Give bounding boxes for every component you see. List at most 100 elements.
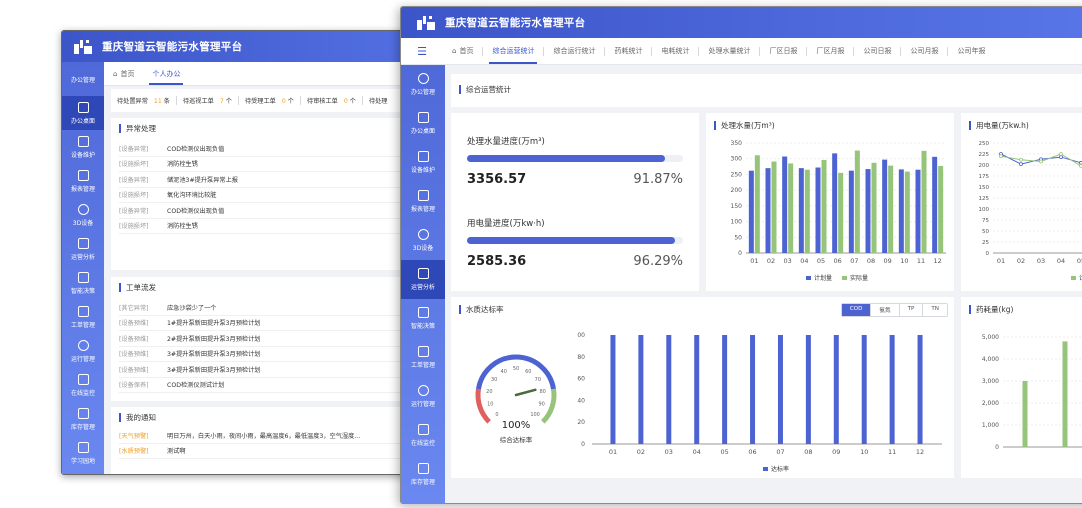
sidebar-item-icon — [77, 271, 89, 283]
sidebar-item[interactable]: 库存管理 — [62, 402, 104, 436]
tab-item[interactable]: 公司月报 — [901, 38, 947, 64]
sidebar-item-label: 库存管理 — [70, 423, 95, 431]
sidebar-item[interactable]: 智能决策 — [62, 266, 104, 300]
sidebar-item[interactable]: 设备维护 — [401, 143, 445, 182]
y-tick-label: 50 — [982, 229, 989, 235]
summary-item[interactable]: 待处理 — [369, 96, 388, 105]
front-header: 重庆智道云智能污水管理平台 — [401, 7, 1082, 38]
quality-tab-tn[interactable]: TN — [922, 304, 947, 316]
bar — [838, 172, 844, 253]
summary-item[interactable]: 待审核工单 0 个 — [307, 96, 356, 105]
sidebar-item[interactable]: 报表管理 — [401, 182, 445, 221]
bar — [1022, 381, 1028, 447]
sidebar-item[interactable]: 运行管理 — [401, 377, 445, 416]
bar — [848, 170, 854, 253]
sidebar-item[interactable]: 运营分析 — [62, 232, 104, 266]
summary-item[interactable]: 待受理工单 0 个 — [245, 96, 294, 105]
power-progress-bar — [467, 237, 683, 244]
y-tick-label: 150 — [731, 203, 743, 210]
bar — [938, 165, 944, 253]
sidebar-item[interactable]: 工单管理 — [401, 338, 445, 377]
app-logo-icon — [74, 39, 92, 54]
sidebar-item-icon — [77, 407, 89, 419]
quality-tab-tp[interactable]: TP — [898, 304, 923, 316]
sidebar-item-icon — [77, 101, 89, 113]
front-tabbar: ☰ ⌂ 首页 综合运营统计 综合运行统计 药耗统计 电耗统计 处理水量统计 厂区日报 厂区月报 公… — [401, 38, 1082, 65]
sidebar-item-icon — [417, 190, 429, 201]
sidebar-item-icon — [77, 203, 89, 215]
bar — [921, 150, 927, 253]
quality-tab-ammonia[interactable]: 氨氮 — [870, 304, 898, 316]
tab-item[interactable]: 厂区日报 — [760, 38, 806, 64]
x-tick-label: 07 — [850, 257, 858, 265]
sidebar-item[interactable]: 办公管理 — [62, 62, 104, 96]
sidebar-item-label: 3D设备 — [72, 219, 94, 227]
sidebar-item-icon — [77, 305, 89, 317]
section-title: 综合运营统计 — [459, 85, 1082, 94]
bar — [782, 156, 788, 253]
sidebar-item[interactable]: 办公管理 — [401, 65, 445, 104]
water-progress-percent: 91.87% — [633, 172, 683, 187]
progress-panel: 处理水量进度(万m³) 3356.57 91.87% 用电量进度(万kw·h) … — [451, 113, 699, 291]
water-progress-value: 3356.57 — [467, 172, 527, 187]
y-tick-label: 80 — [577, 354, 585, 361]
tab-item[interactable]: 药耗统计 — [605, 38, 651, 64]
tab-label: 公司日报 — [863, 47, 892, 55]
sidebar-item[interactable]: 运营分析 — [401, 260, 445, 299]
sidebar-item[interactable]: 库存管理 — [401, 455, 445, 494]
sidebar-item[interactable]: 3D设备 — [401, 221, 445, 260]
tab-item[interactable]: 公司年报 — [948, 38, 994, 64]
row-tag: [设施损坏] — [119, 223, 149, 231]
legend-swatch — [842, 276, 847, 280]
bar — [888, 165, 894, 253]
sidebar-item[interactable]: 3D设备 — [62, 198, 104, 232]
sidebar-item-label: 智能决策 — [70, 287, 95, 295]
tab-label: 药耗统计 — [614, 47, 643, 55]
quality-tab-cod[interactable]: COD — [841, 304, 871, 316]
bar — [932, 156, 938, 253]
y-tick-label: 2,000 — [982, 400, 999, 407]
tab-item[interactable]: 综合运行统计 — [544, 38, 604, 64]
sidebar-item[interactable]: 学习园地 — [62, 436, 104, 470]
x-tick-label: 08 — [804, 448, 812, 456]
tab-home[interactable]: ⌂ 首页 — [104, 62, 143, 85]
chemical-panel: 药耗量(kg) 0 1,000 2,000 3,000 4,000 5,000 — [961, 297, 1082, 478]
tab-item[interactable]: 厂区月报 — [807, 38, 853, 64]
sidebar-item[interactable]: 报表管理 — [62, 164, 104, 198]
sidebar-item[interactable]: 设备维护 — [62, 130, 104, 164]
water-progress-bar — [467, 155, 683, 162]
row-tag: [设施损坏] — [119, 192, 149, 200]
bar — [748, 170, 754, 253]
sidebar-item-label: 3D设备 — [412, 245, 434, 252]
tab-item[interactable]: 处理水量统计 — [699, 38, 759, 64]
sidebar-item-label: 运行管理 — [70, 355, 95, 363]
sidebar-item[interactable]: 在线监控 — [401, 416, 445, 455]
sidebar-item[interactable]: 在线监控 — [62, 368, 104, 402]
row-tag: [设备预维] — [119, 351, 149, 359]
gauge-tick-label: 90 — [538, 401, 544, 407]
legend-swatch — [1071, 276, 1076, 280]
tab-label: 首页 — [459, 47, 474, 55]
y-tick-label: 175 — [979, 174, 990, 180]
bar — [765, 168, 771, 253]
x-tick-label: 04 — [1057, 257, 1065, 265]
y-tick-label: 20 — [577, 419, 585, 426]
sidebar-item[interactable]: 办公桌面 — [401, 104, 445, 143]
sidebar-item[interactable]: 办公桌面 — [62, 96, 104, 130]
tab-label: 厂区月报 — [816, 47, 845, 55]
sidebar-item[interactable]: 智能决策 — [401, 299, 445, 338]
tab-item[interactable]: 电耗统计 — [652, 38, 698, 64]
sidebar-item[interactable]: 运行管理 — [62, 334, 104, 368]
tab-item[interactable]: 公司日报 — [854, 38, 900, 64]
summary-item[interactable]: 待处置异常 11 条 — [117, 96, 170, 105]
tab-item[interactable]: ⌂ 首页 — [443, 38, 482, 64]
x-tick-label: 04 — [693, 448, 701, 456]
legend-label: 达标率 — [771, 465, 789, 473]
summary-item[interactable]: 待巡视工单 7 个 — [183, 96, 232, 105]
tab-item[interactable]: 综合运营统计 — [483, 38, 543, 64]
sidebar-item[interactable]: 工单管理 — [62, 300, 104, 334]
sidebar-item-label: 设备维护 — [70, 151, 95, 159]
gauge-tick-label: 60 — [525, 369, 531, 375]
tab-personal-office[interactable]: 个人办公 — [143, 62, 189, 85]
menu-toggle-icon[interactable]: ☰ — [401, 45, 443, 58]
